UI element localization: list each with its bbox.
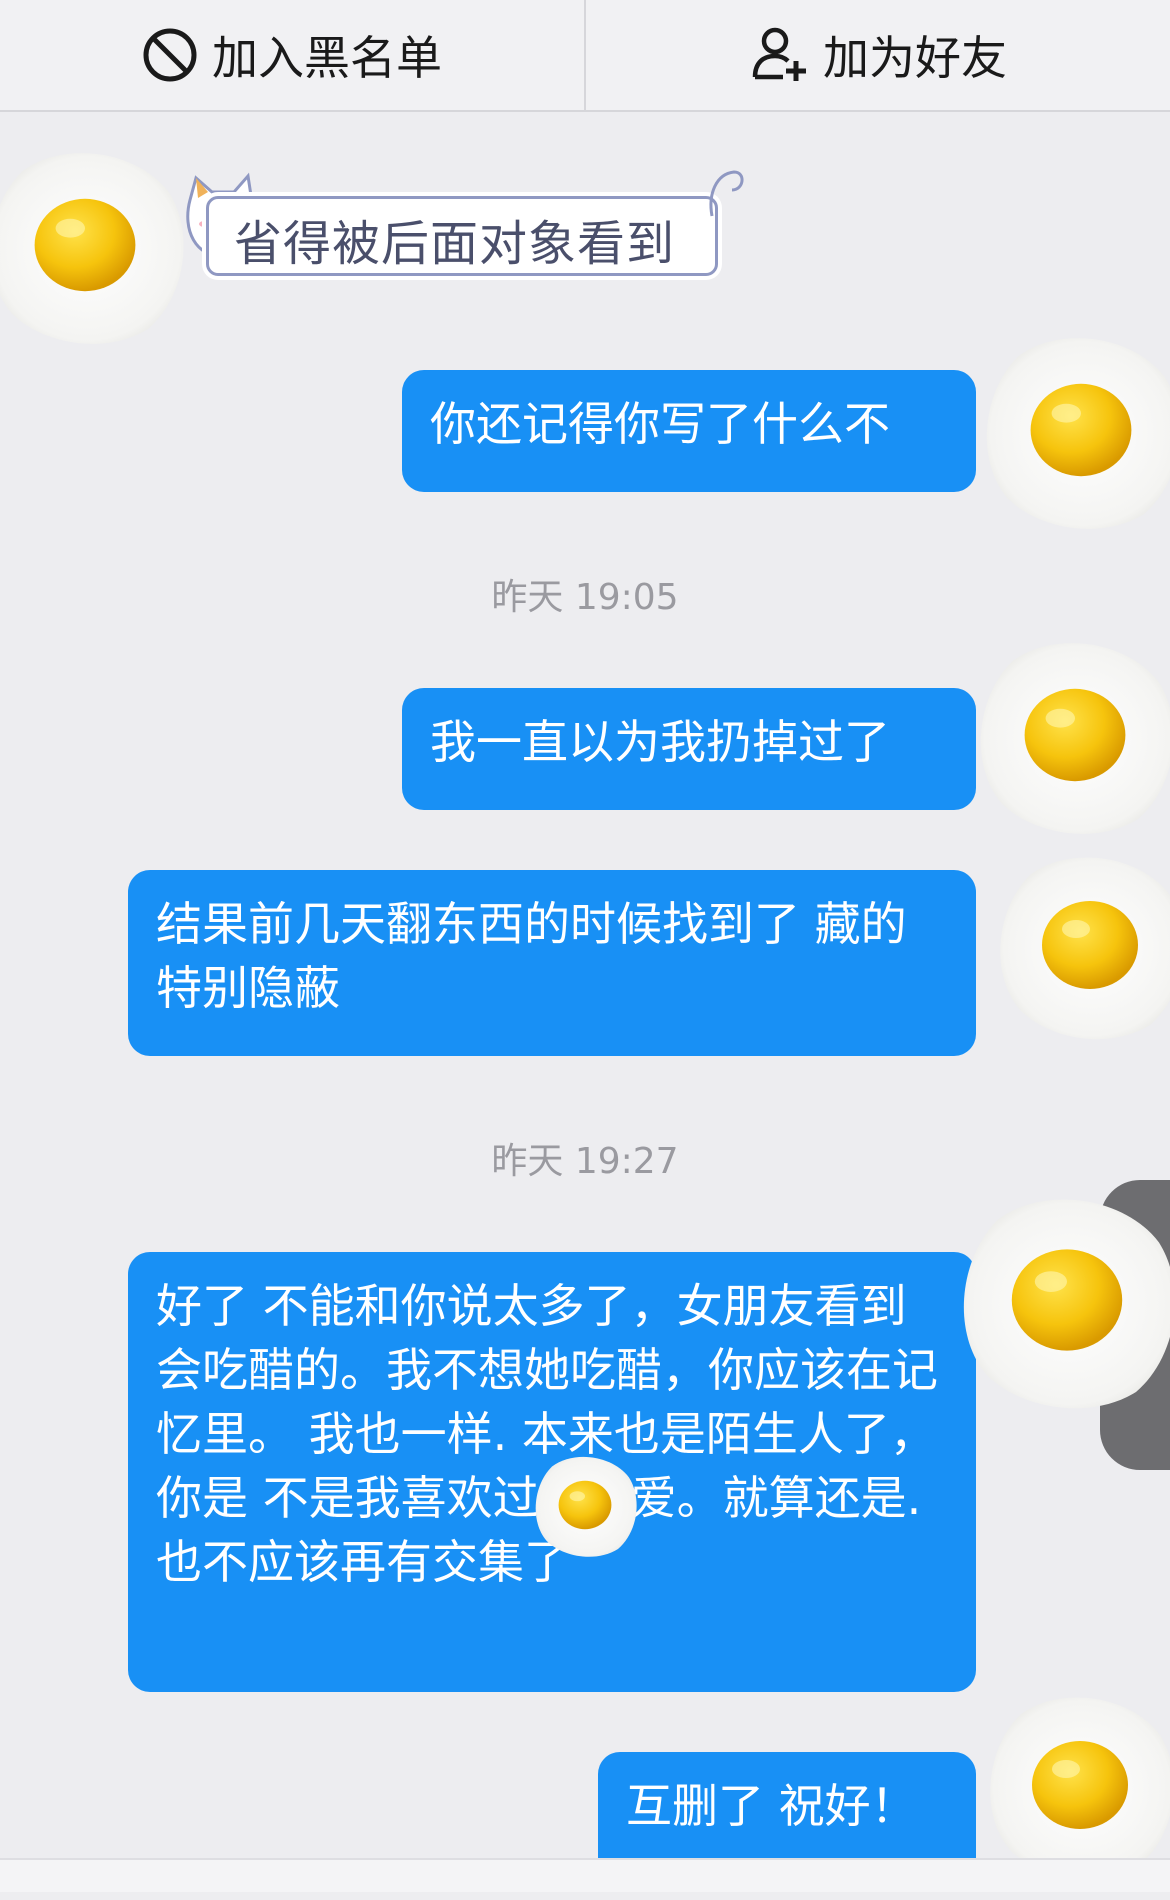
cat-sticker: 省得被后面对象看到 bbox=[178, 160, 744, 280]
fried-egg-icon bbox=[970, 610, 1170, 860]
ban-icon bbox=[142, 27, 198, 83]
message-text: 你还记得你写了什么不 bbox=[430, 397, 890, 451]
add-friend-label: 加为好友 bbox=[823, 31, 1007, 85]
top-action-bar: 加入黑名单 加为好友 bbox=[0, 0, 1170, 112]
tail-icon bbox=[709, 170, 744, 217]
fried-egg-icon bbox=[990, 830, 1170, 1060]
block-label: 加入黑名单 bbox=[212, 31, 442, 85]
sticker-text: 省得被后面对象看到 bbox=[234, 216, 676, 272]
message-bubble[interactable]: 结果前几天翻东西的时候找到了 藏的特别隐蔽 bbox=[128, 870, 976, 1056]
block-button[interactable]: 加入黑名单 bbox=[0, 0, 584, 110]
fried-egg-icon bbox=[530, 1440, 640, 1570]
input-bar-edge bbox=[0, 1858, 1170, 1892]
add-user-icon bbox=[749, 25, 809, 85]
fried-egg-icon bbox=[0, 120, 190, 370]
message-text: 我一直以为我扔掉过了 bbox=[430, 715, 890, 769]
add-friend-button[interactable]: 加为好友 bbox=[586, 0, 1170, 110]
fried-egg-icon bbox=[976, 300, 1170, 560]
message-bubble[interactable]: 我一直以为我扔掉过了 bbox=[402, 688, 976, 810]
message-bubble[interactable]: 你还记得你写了什么不 bbox=[402, 370, 976, 492]
fried-egg-icon bbox=[952, 1170, 1170, 1430]
message-bubble[interactable]: 互删了 祝好！ bbox=[598, 1752, 976, 1872]
message-text: 互删了 祝好！ bbox=[626, 1779, 917, 1833]
message-text: 结果前几天翻东西的时候找到了 藏的特别隐蔽 bbox=[156, 897, 907, 1015]
